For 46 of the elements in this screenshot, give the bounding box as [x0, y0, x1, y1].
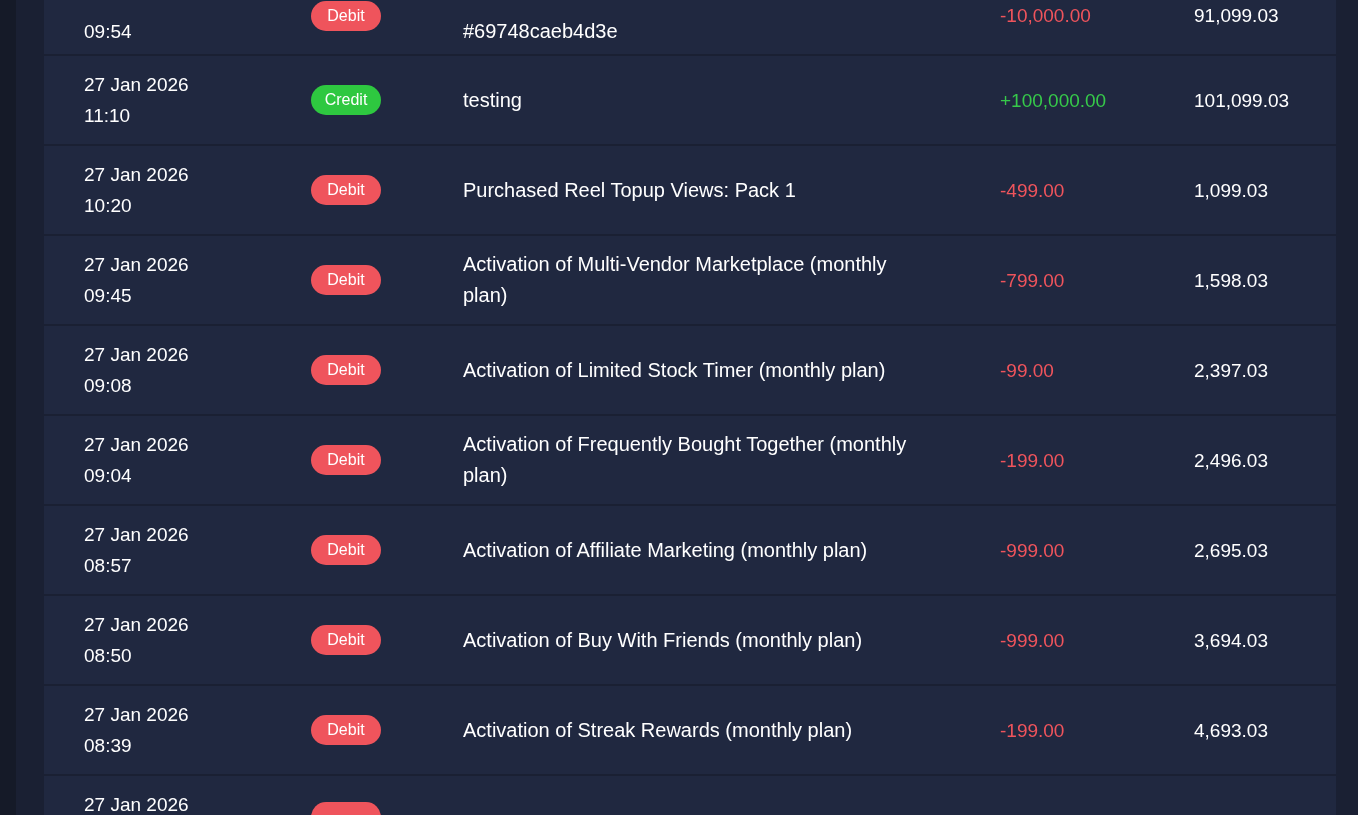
- type-badge: Debit: [311, 625, 381, 655]
- description: Activation of Multi-Vendor Marketplace (monthly plan): [463, 252, 888, 308]
- type-badge: Debit: [311, 1, 381, 31]
- type-badge: Debit: [311, 535, 381, 565]
- amount: -999.00: [1000, 628, 1065, 653]
- date-time: 27 Jan 2026 09:45: [84, 253, 189, 308]
- type-badge: Debit: [311, 265, 381, 295]
- description: testing: [463, 87, 523, 113]
- balance: 1,099.03: [1194, 178, 1268, 203]
- amount: +100,000.00: [1000, 88, 1107, 113]
- balance: 101,099.03: [1194, 88, 1290, 113]
- type-badge: Credit: [311, 85, 381, 115]
- description: Activation of Affiliate Marketing (monthly plan): [463, 537, 869, 563]
- balance: 91,099.03: [1194, 4, 1279, 28]
- amount: -99.00: [1000, 358, 1054, 383]
- date-time: 27 Jan 2026 08:39: [84, 703, 189, 758]
- amount: -199.00: [1000, 448, 1065, 473]
- balance: 4,693.03: [1194, 718, 1268, 743]
- date-time: 27 Jan 2026 08:57: [84, 523, 189, 578]
- date-time: 09:54: [84, 20, 132, 44]
- balance: 2,496.03: [1194, 448, 1268, 473]
- type-badge: Debit: [311, 175, 381, 205]
- amount: -799.00: [1000, 268, 1065, 293]
- amount: -10,000.00: [1000, 4, 1091, 28]
- date-time: 27 Jan 2026 09:04: [84, 433, 189, 488]
- amount: -199.00: [1000, 718, 1065, 743]
- description: Purchased Reel Topup Views: Pack 1: [463, 177, 797, 203]
- date-time: 27 Jan 2026: [84, 793, 189, 815]
- amount: -499.00: [1000, 178, 1065, 203]
- balance: 3,694.03: [1194, 628, 1268, 653]
- balance: 1,598.03: [1194, 268, 1268, 293]
- amount: -999.00: [1000, 538, 1065, 563]
- description: Activation of Limited Stock Timer (monthly plan): [463, 357, 887, 383]
- date-time: 27 Jan 2026 09:08: [84, 343, 189, 398]
- balance: 2,397.03: [1194, 358, 1268, 383]
- date-time: 27 Jan 2026 10:20: [84, 163, 189, 218]
- type-badge: Debit: [311, 445, 381, 475]
- description: Activation of Streak Rewards (monthly plan): [463, 717, 854, 743]
- date-time: 27 Jan 2026 08:50: [84, 613, 189, 668]
- balance: 2,695.03: [1194, 538, 1268, 563]
- description: Activation of Frequently Bought Together (monthly plan): [463, 432, 908, 488]
- type-badge: Debit: [311, 355, 381, 385]
- description: #69748caeb4d3e: [463, 19, 619, 44]
- description: Activation of Buy With Friends (monthly plan): [463, 627, 864, 653]
- type-badge: Debit: [311, 715, 381, 745]
- date-time: 27 Jan 2026 11:10: [84, 73, 189, 128]
